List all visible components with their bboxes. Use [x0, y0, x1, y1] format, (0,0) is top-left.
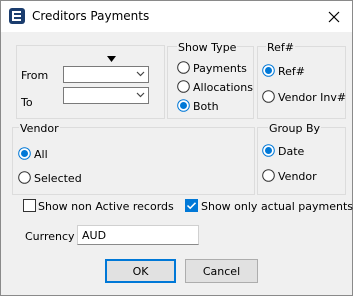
vendor-legend: Vendor: [19, 122, 60, 135]
vendor-selected-label: Selected: [34, 172, 82, 185]
to-date-combo[interactable]: [63, 87, 149, 104]
show-actual-payments-label: Show only actual payments: [201, 200, 353, 213]
group-by-date-label: Date: [278, 145, 305, 158]
show-non-active-checkbox[interactable]: [23, 199, 36, 212]
vendor-inv-label: Vendor Inv#: [278, 91, 347, 104]
allocations-radio[interactable]: [177, 80, 190, 93]
group-by-vendor-radio[interactable]: [262, 169, 275, 182]
chevron-down-icon: [136, 71, 145, 77]
app-icon: [9, 8, 25, 24]
show-type-legend: Show Type: [177, 41, 238, 54]
payments-radio[interactable]: [177, 61, 190, 74]
cancel-button[interactable]: Cancel: [185, 259, 258, 283]
vendor-selected-radio[interactable]: [18, 171, 31, 184]
currency-input[interactable]: AUD: [77, 225, 199, 245]
from-label: From: [21, 69, 49, 82]
payments-label: Payments: [193, 62, 247, 75]
dialog-title: Creditors Payments: [32, 9, 150, 23]
show-actual-payments-checkbox[interactable]: [185, 199, 198, 212]
currency-label: Currency: [25, 230, 75, 243]
both-label: Both: [193, 100, 219, 113]
vendor-inv-radio[interactable]: [262, 90, 275, 103]
ref-legend: Ref#: [266, 41, 296, 54]
group-by-vendor-label: Vendor: [278, 170, 317, 183]
allocations-label: Allocations: [193, 81, 253, 94]
dialog-window: Creditors Payments From To Show Type Pay…: [0, 0, 353, 296]
to-label: To: [21, 96, 33, 109]
chevron-down-icon: [136, 92, 145, 98]
ref-group: [257, 46, 346, 119]
vendor-all-label: All: [34, 148, 48, 161]
sort-arrow-icon: [107, 56, 116, 62]
close-button[interactable]: [323, 6, 345, 28]
ok-button[interactable]: OK: [105, 259, 176, 283]
ref-label: Ref#: [278, 65, 306, 78]
vendor-all-radio[interactable]: [18, 147, 31, 160]
group-by-date-radio[interactable]: [262, 144, 275, 157]
group-by-group: [257, 127, 346, 195]
title-bar: Creditors Payments: [1, 1, 352, 32]
group-by-legend: Group By: [268, 122, 322, 135]
both-radio[interactable]: [177, 99, 190, 112]
ref-radio[interactable]: [262, 64, 275, 77]
from-date-combo[interactable]: [63, 66, 149, 83]
close-icon: [328, 11, 340, 23]
show-non-active-label: Show non Active records: [38, 200, 174, 213]
